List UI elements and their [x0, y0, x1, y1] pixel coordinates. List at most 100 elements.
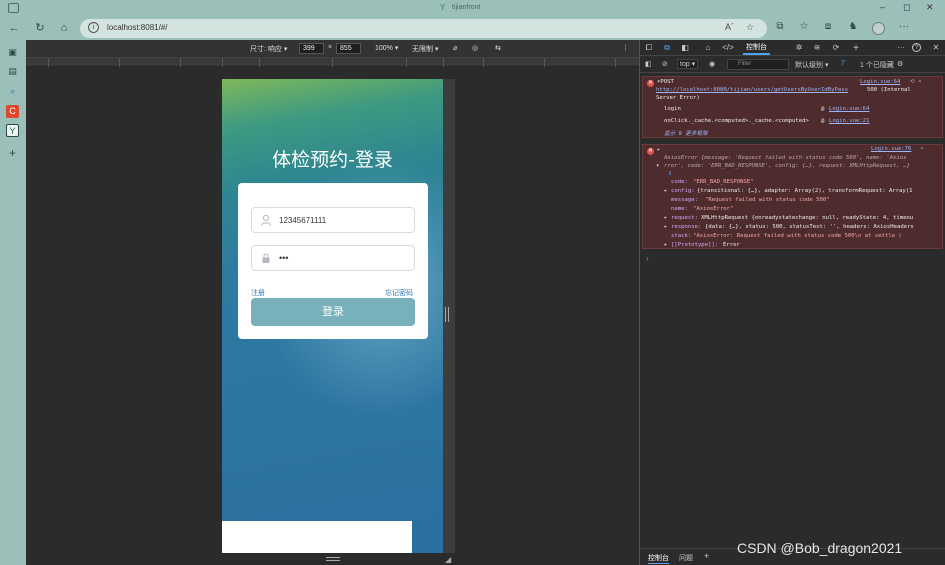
maximize-button[interactable]: ◻	[903, 2, 910, 13]
address-bar[interactable]: i localhost:8081/#/ A´ ☆	[80, 19, 767, 38]
expand-arrow-icon[interactable]: ▸	[664, 224, 667, 230]
add-sidebar-app-icon[interactable]: +	[6, 147, 19, 160]
performance-tab-icon[interactable]: ⟳	[830, 43, 842, 52]
prop-value: {transitional: {…}, adapter: Array(2), t…	[697, 188, 913, 194]
error-source-link[interactable]: Login.vue:76	[871, 146, 911, 152]
register-link[interactable]: 注册	[251, 288, 265, 298]
dock-icon[interactable]: ◧	[679, 43, 691, 52]
resize-handle-corner[interactable]: ◢	[445, 555, 451, 564]
console-settings-icon[interactable]: ⚙	[897, 60, 903, 68]
device-more-icon[interactable]: ⋮	[622, 44, 629, 52]
username-field[interactable]: 12345671111	[251, 207, 415, 233]
forgot-password-link[interactable]: 忘记密码	[385, 288, 413, 298]
vision-icon[interactable]: ◎	[472, 44, 478, 52]
welcome-tab-icon[interactable]: ⌂	[702, 43, 714, 52]
login-button[interactable]: 登录	[251, 298, 415, 326]
drawer-tab-issues[interactable]: 问题	[679, 553, 693, 563]
password-value[interactable]: •••	[279, 253, 288, 263]
close-devtools-icon[interactable]: ✕	[930, 43, 942, 52]
media-query-ruler[interactable]	[26, 57, 639, 67]
error-actions-icon[interactable]: ⌕	[920, 146, 923, 152]
filter-input[interactable]: Filter	[727, 59, 789, 70]
sidebar-toggle-icon[interactable]: ◧	[645, 60, 652, 68]
mobile-device-screen: 体检预约-登录 12345671111 ••• 注册 忘记密码 登录	[222, 79, 443, 553]
error-source-link[interactable]: Login.vue:64	[860, 79, 900, 85]
axios-error-summary-continued[interactable]: rror', code: 'ERR_BAD_RESPONSE', config:…	[664, 163, 910, 169]
axios-error-summary[interactable]: AxiosError {message: 'Request failed wit…	[664, 155, 906, 161]
read-aloud-icon[interactable]: A´	[725, 22, 734, 32]
log-levels-dropdown[interactable]: 默认级别 ▾	[795, 60, 828, 70]
error-request-url[interactable]: http://localhost:8080/tijian/users/getUs…	[656, 87, 848, 93]
expand-arrow-icon[interactable]: ▸	[657, 147, 660, 153]
stack-frame-link[interactable]: Login.vue:64	[829, 106, 869, 112]
vue-devtools-icon[interactable]: Y	[6, 124, 19, 137]
more-menu-icon[interactable]: ···	[897, 21, 911, 32]
issues-count-badge[interactable]: 7	[841, 60, 845, 67]
expand-arrow-icon[interactable]: ▸	[664, 188, 667, 194]
device-emulation-icon[interactable]: ⧠	[643, 43, 655, 53]
csdn-app-icon[interactable]: C	[6, 105, 19, 118]
expand-arrow-icon[interactable]: ▸	[664, 215, 667, 221]
drawer-add-tab-icon[interactable]: +	[704, 551, 709, 561]
width-input[interactable]: 399	[299, 43, 324, 54]
sensor-icon[interactable]: ⌀	[453, 44, 457, 52]
reload-button[interactable]: ↻	[33, 21, 47, 35]
stack-frame-link[interactable]: Login.vue:21	[829, 118, 869, 124]
favorites-icon[interactable]: ☆	[797, 21, 811, 32]
expand-arrow-icon[interactable]: ▸	[664, 242, 667, 248]
home-button[interactable]: ⌂	[57, 21, 71, 35]
browser-sidebar: ▣ ▤ ⌕ C Y +	[0, 40, 26, 565]
password-field[interactable]: •••	[251, 245, 415, 271]
navigation-bar: ← ↻ ⌂ i localhost:8081/#/ A´ ☆ ⧉ ☆ ⧈ ♞ ·…	[0, 17, 945, 40]
favorite-star-icon[interactable]: ☆	[746, 22, 754, 33]
console-error-axios: ✕ ▸ Login.vue:76 ⌕ AxiosError {message: …	[642, 144, 943, 249]
zoom-dropdown[interactable]: 100% ▾	[375, 44, 398, 52]
collapse-arrow-icon[interactable]: ▾	[656, 163, 659, 169]
extensions-icon[interactable]: ♞	[846, 21, 860, 32]
error-actions-icon[interactable]: ⟲ ⌕	[910, 79, 921, 85]
reading-list-icon[interactable]: ▤	[6, 65, 19, 78]
show-more-frames-link[interactable]: 显示 9 更多框架	[664, 129, 708, 137]
device-toolbar: 尺寸: 响应 ▾ 399 × 855 100% ▾ 无限制 ▾ ⌀ ◎ ⇆ ⋮	[26, 40, 639, 57]
help-icon[interactable]: ?	[912, 43, 921, 52]
stack-frame-at: @	[821, 118, 825, 124]
search-icon[interactable]: ⌕	[6, 85, 19, 98]
dimensions-dropdown[interactable]: 尺寸: 响应 ▾	[250, 44, 287, 54]
minimize-button[interactable]: –	[880, 2, 885, 12]
prop-key: [[Prototype]]:	[671, 242, 719, 248]
resize-handle-bottom[interactable]	[326, 557, 340, 561]
elements-tab-icon[interactable]: </>	[722, 43, 734, 52]
live-expression-icon[interactable]: ◉	[709, 60, 715, 68]
network-tab-icon[interactable]: ≋	[811, 43, 823, 52]
profile-avatar[interactable]	[872, 22, 885, 35]
console-prompt[interactable]: ›	[646, 254, 649, 263]
clear-console-icon[interactable]: ⊘	[662, 60, 668, 68]
tab-actions-icon[interactable]: ▣	[6, 46, 19, 59]
sources-tab-icon[interactable]: ✲	[793, 43, 805, 52]
login-card: 12345671111 ••• 注册 忘记密码 登录	[238, 183, 428, 339]
close-window-button[interactable]: ✕	[926, 2, 934, 13]
context-dropdown[interactable]: top ▾	[677, 59, 699, 69]
collections-icon[interactable]: ⧈	[821, 21, 835, 32]
prop-key: config:	[671, 188, 695, 194]
rotate-icon[interactable]: ⇆	[495, 44, 501, 52]
inspect-icon[interactable]: ⧉	[661, 43, 673, 53]
devtools-more-icon[interactable]: ···	[895, 43, 907, 52]
workspaces-icon[interactable]	[8, 3, 19, 13]
username-value[interactable]: 12345671111	[279, 216, 326, 225]
height-input[interactable]: 855	[336, 43, 361, 54]
url-text[interactable]: localhost:8081/#/	[107, 23, 168, 32]
prop-value: "AxiosError: Request failed with status …	[693, 233, 902, 239]
tab-console[interactable]: 控制台	[743, 42, 770, 55]
split-screen-icon[interactable]: ⧉	[773, 21, 787, 32]
lock-icon	[260, 252, 272, 264]
site-info-icon[interactable]: i	[88, 22, 99, 33]
drawer-tab-console[interactable]: 控制台	[648, 553, 669, 564]
resize-handle-right[interactable]	[445, 307, 449, 322]
add-tab-icon[interactable]: +	[850, 43, 862, 54]
back-button[interactable]: ←	[7, 21, 21, 35]
throttle-dropdown[interactable]: 无限制 ▾	[412, 44, 438, 54]
error-method[interactable]: ▾POST	[657, 79, 674, 85]
prop-value: "AxiosError"	[693, 206, 734, 212]
prop-value: Error	[723, 242, 740, 248]
